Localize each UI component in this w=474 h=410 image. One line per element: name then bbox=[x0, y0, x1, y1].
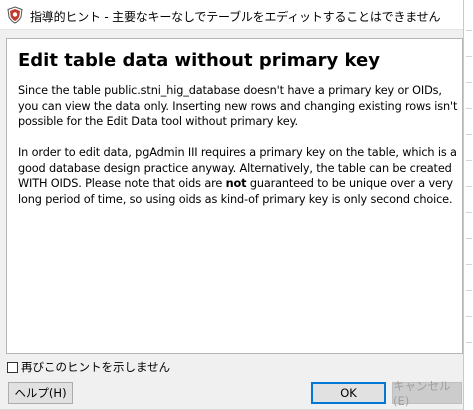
dont-show-again-checkbox[interactable] bbox=[7, 361, 18, 373]
background-window-edge bbox=[463, 0, 473, 410]
hint-dialog: 指導的ヒント - 主要なキーなしでテーブルをエディットすることはできません Ed… bbox=[0, 0, 474, 410]
cancel-button: キャンセル(E) bbox=[392, 379, 462, 408]
hint-heading: Edit table data without primary key bbox=[18, 50, 380, 71]
ok-button[interactable]: OK bbox=[311, 382, 386, 404]
dont-show-again-row[interactable]: 再びこのヒントを示しません bbox=[7, 359, 170, 375]
window-title: 指導的ヒント - 主要なキーなしでテーブルをエディットすることはできません bbox=[30, 10, 441, 24]
hint-paragraph-1: Since the table public.stni_hig_database… bbox=[18, 84, 458, 128]
pgadmin-shield-icon bbox=[7, 6, 23, 24]
hint-paragraph-2-emphasis: not bbox=[225, 177, 247, 190]
title-bar[interactable]: 指導的ヒント - 主要なキーなしでテーブルをエディットすることはできません bbox=[0, 0, 464, 30]
hint-content-panel: Edit table data without primary key Sinc… bbox=[6, 38, 463, 354]
hint-paragraph-2: In order to edit data, pgAdmin III requi… bbox=[18, 145, 458, 207]
dont-show-again-label[interactable]: 再びこのヒントを示しません bbox=[21, 359, 170, 375]
help-button[interactable]: ヘルプ(H) bbox=[8, 382, 73, 404]
